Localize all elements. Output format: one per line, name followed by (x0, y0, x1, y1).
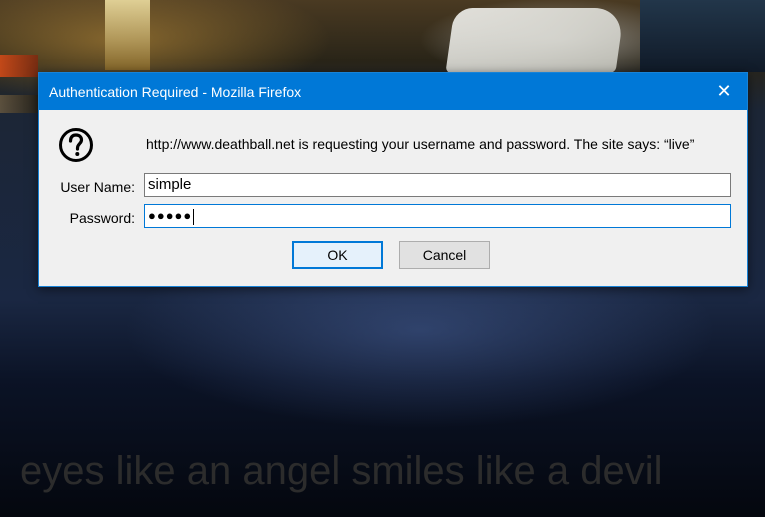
ok-button[interactable]: OK (292, 241, 383, 269)
password-value: ●●●●● (148, 208, 193, 223)
auth-message: http://www.deathball.net is requesting y… (146, 136, 695, 152)
background-object (445, 8, 625, 73)
ok-button-label: OK (327, 247, 348, 263)
background-light (105, 0, 150, 70)
username-field[interactable]: simple (144, 173, 731, 197)
background-caption: eyes like an angel smiles like a devil (20, 449, 663, 493)
password-field[interactable]: ●●●●● (144, 204, 731, 228)
dialog-title: Authentication Required - Mozilla Firefo… (49, 83, 302, 100)
close-icon: ✕ (716, 81, 732, 101)
close-button[interactable]: ✕ (701, 73, 747, 110)
cancel-button-label: Cancel (422, 247, 467, 263)
cancel-button[interactable]: Cancel (399, 241, 490, 269)
dialog-body: http://www.deathball.net is requesting y… (39, 110, 747, 286)
username-value: simple (148, 176, 192, 193)
text-caret (193, 208, 195, 225)
dialog-titlebar[interactable]: Authentication Required - Mozilla Firefo… (39, 73, 747, 110)
background-light (0, 55, 38, 77)
question-icon (59, 128, 93, 162)
background-light (0, 95, 38, 113)
desktop-background: eyes like an angel smiles like a devil A… (0, 0, 765, 517)
authentication-dialog: Authentication Required - Mozilla Firefo… (38, 72, 748, 287)
username-label: User Name: (60, 179, 135, 195)
background-object (640, 0, 765, 72)
password-label: Password: (69, 210, 135, 226)
